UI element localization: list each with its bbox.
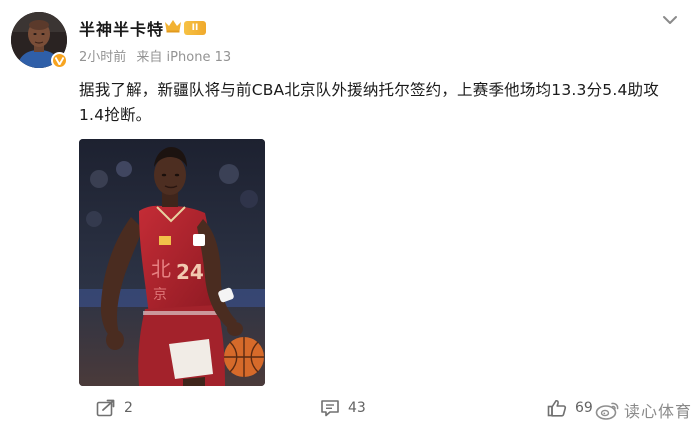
- level-tag: II: [184, 20, 206, 35]
- svg-text:北: 北: [151, 257, 171, 281]
- repost-button[interactable]: 2: [96, 399, 133, 417]
- like-button[interactable]: 69: [547, 399, 593, 417]
- jersey-number: 24: [176, 260, 204, 284]
- watermark: 读心体育: [595, 398, 692, 422]
- comment-button[interactable]: 43: [320, 399, 366, 417]
- like-count: 69: [575, 400, 593, 416]
- username[interactable]: 半神半卡特: [79, 16, 164, 40]
- chevron-down-icon: [660, 12, 680, 31]
- comment-icon: [320, 399, 340, 417]
- post-text: 据我了解，新疆队将与前CBA北京队外援纳托尔签约，上赛季他场均13.3分5.4助…: [79, 81, 659, 124]
- more-options-button[interactable]: [660, 12, 680, 26]
- post-meta: 2小时前 来自 iPhone 13: [79, 46, 237, 65]
- verified-v-icon: [51, 52, 68, 69]
- basketball-player-dribbling-photo: 北 京 24: [79, 139, 265, 386]
- watermark-text: 读心体育: [624, 402, 693, 421]
- crown-icon: [164, 18, 182, 37]
- share-icon: [96, 399, 116, 417]
- weibo-post-card: 半神半卡特 II 2小时前 来自 iPhone 13 据我了解，新疆队将与前CB…: [0, 0, 700, 429]
- member-level-badge[interactable]: II: [164, 18, 206, 37]
- thumbs-up-icon: [547, 399, 567, 417]
- weibo-logo-icon: [595, 400, 621, 420]
- comment-count: 43: [348, 400, 366, 416]
- post-photo[interactable]: 北 京 24: [79, 139, 265, 386]
- svg-text:京: 京: [153, 287, 167, 303]
- post-time: 2小时前: [79, 50, 127, 65]
- post-source: 来自 iPhone 13: [136, 50, 232, 65]
- repost-count: 2: [124, 400, 133, 416]
- avatar[interactable]: [11, 12, 68, 69]
